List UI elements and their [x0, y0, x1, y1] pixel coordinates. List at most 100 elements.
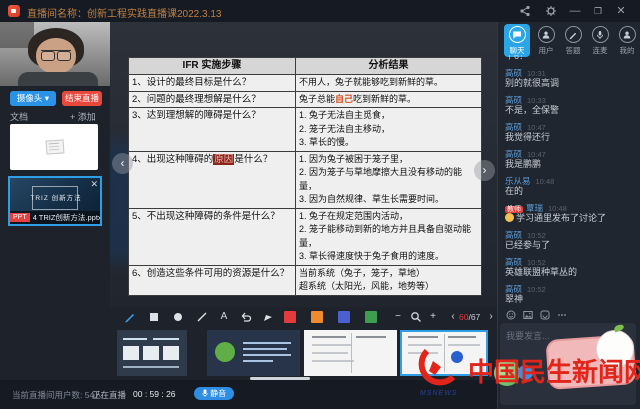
- ellipse-tool-icon[interactable]: [170, 309, 186, 325]
- table-row: 6、创造这些条件可用的资源是什么？ 当前系统（兔子，笼子，草地） 超系统（太阳光…: [129, 264, 481, 295]
- table-header-results: 分析结果: [368, 60, 409, 71]
- page-counter: 60/67: [459, 312, 480, 322]
- close-button[interactable]: ✕: [613, 3, 629, 19]
- presenter-glasses: [41, 50, 71, 61]
- chat-message: 乐从易 10:48 在的: [505, 176, 555, 196]
- answer-cell: 当前系统（兔子，笼子，草地） 超系统（太阳光，风能，地势等）: [299, 267, 435, 292]
- presentation-stage: IFR 实施步骤 分析结果 1、设计的最终目标是什么？ 不用人，兔子就能够吃到新…: [110, 22, 497, 307]
- question-cell: 2、问题的最终理想解是什么？: [129, 91, 296, 107]
- share-icon[interactable]: [517, 3, 533, 19]
- chat-message: 高硕 10:47 我觉得还行: [505, 122, 551, 142]
- microphone-icon: [591, 26, 609, 43]
- answer-cell: 1. 因为兔子被困于笼子里， 2. 因为笼子与草地摩擦大且没有移动的能量， 3.…: [299, 153, 463, 205]
- zoom-out-button[interactable]: −: [390, 309, 406, 325]
- tab-mic[interactable]: 连麦: [587, 26, 613, 56]
- presenter-shoulders: [18, 72, 98, 86]
- users-icon: [537, 26, 555, 43]
- table-header-row: IFR 实施步骤 分析结果: [129, 58, 481, 74]
- answer-cell: 1. 兔子在规定范围内活动， 2. 笼子能移动到新的地方并且具备自驱动能量， 3…: [299, 210, 472, 262]
- chat-bubble-icon: [508, 26, 526, 43]
- answer-cell: 1. 兔子无法自主觅食， 2. 笼子无法自主移动， 3. 草长的慢。: [299, 110, 391, 147]
- zoom-in-button[interactable]: +: [425, 309, 441, 325]
- emoji-icon: [505, 213, 514, 222]
- tab-users[interactable]: 用户: [533, 26, 559, 56]
- tab-me[interactable]: 我的: [614, 26, 640, 56]
- app-logo-icon: [8, 5, 20, 17]
- color-swatch-orange[interactable]: [311, 311, 323, 323]
- undo-icon[interactable]: [238, 309, 254, 325]
- mute-button-label: 静音: [210, 389, 227, 398]
- table-row: 3、达到理想解的障碍是什么？ 1. 兔子无法自主觅食， 2. 笼子无法自主移动，…: [129, 107, 481, 151]
- settings-gear-icon[interactable]: [543, 3, 559, 19]
- question-cell: 4、出现这种障碍的原因是什么？: [129, 151, 296, 208]
- watermark-text: 中国民生新闻网: [468, 357, 640, 387]
- minimize-button[interactable]: —: [567, 3, 583, 19]
- chat-message: 高硕 10:47 我是鹏鹏: [505, 149, 546, 169]
- table-header-steps: IFR 实施步骤: [129, 58, 296, 74]
- line-tool-icon[interactable]: [194, 309, 210, 325]
- chat-message: 个6！: [505, 55, 529, 61]
- chat-message-list: 个6！ 高硕 10:31 别的就很高调 高硕 10:33 不是，全保警 高硕 10:4…: [505, 55, 633, 305]
- text-tool-icon[interactable]: A: [216, 309, 232, 325]
- chat-message: 高硕 10:33 不是，全保警: [505, 95, 560, 115]
- ifr-analysis-table: IFR 实施步骤 分析结果 1、设计的最终目标是什么？ 不用人，兔子就能够吃到新…: [128, 57, 482, 296]
- chat-message-teacher: 教师 覃瑞 10:48 学习通里发布了讨论了: [505, 203, 607, 223]
- table-row: 4、出现这种障碍的原因是什么？ 1. 因为兔子被困于笼子里， 2. 因为笼子与草…: [129, 150, 481, 208]
- ppt-caption: PPT 4 TRIZ创新方法.pptx: [10, 211, 100, 224]
- tab-chat[interactable]: 聊天: [504, 24, 530, 57]
- camera-select-button[interactable]: 摄像头 ▾: [10, 91, 56, 106]
- watermark-subtext: MSNEWS: [420, 390, 458, 397]
- document-thumbnail[interactable]: [10, 124, 98, 170]
- remove-ppt-icon[interactable]: ✕: [90, 179, 98, 190]
- watermark-logo: [413, 347, 469, 391]
- slide-thumbnail-2[interactable]: [207, 330, 300, 376]
- ppt-badge: PPT: [10, 213, 30, 222]
- emoji-picker-icon[interactable]: [505, 309, 517, 321]
- highlighted-word: 自己: [335, 93, 354, 104]
- tab-quiz[interactable]: 答题: [560, 26, 586, 56]
- maximize-button[interactable]: ❐: [590, 3, 606, 19]
- ppt-slide-title: TRIZ 创新方法: [30, 195, 82, 202]
- pencil-icon: [564, 26, 582, 43]
- color-swatch-red[interactable]: [284, 311, 296, 323]
- table-row: 1、设计的最终目标是什么？ 不用人，兔子就能够吃到新鲜的草。: [129, 74, 481, 91]
- slide-thumbnail-1[interactable]: [117, 330, 187, 376]
- more-options-icon[interactable]: [556, 309, 568, 321]
- answer-cell: 不用人，兔子就能够吃到新鲜的草。: [299, 77, 444, 87]
- live-classroom-window: 直播间名称：创新工程实践直播课2022.3.13 — ❐ ✕ 摄像头 ▾ 结束直…: [0, 0, 640, 409]
- question-cell: 5、不出现这种障碍的条件是什么？: [129, 208, 296, 265]
- color-swatch-green[interactable]: [365, 311, 377, 323]
- profile-icon: [618, 26, 636, 43]
- question-cell: 1、设计的最终目标是什么？: [129, 75, 296, 91]
- slide-thumbnail-3[interactable]: [304, 330, 397, 376]
- magnifier-icon[interactable]: [408, 309, 424, 325]
- highlighted-word: 原因: [213, 153, 235, 165]
- live-status-label: 正在直播: [92, 390, 127, 400]
- webcam-video: [0, 22, 110, 86]
- next-slide-arrow[interactable]: ›: [474, 160, 495, 181]
- documents-label: 文档: [10, 112, 29, 122]
- table-row: 5、不出现这种障碍的条件是什么？ 1. 兔子在规定范围内活动， 2. 笼子能移动…: [129, 207, 481, 265]
- end-stream-button[interactable]: 结束直播: [62, 91, 102, 106]
- image-upload-icon[interactable]: [522, 309, 534, 321]
- rectangle-tool-icon[interactable]: [146, 309, 162, 325]
- ppt-file-thumbnail-selected[interactable]: TRIZ 创新方法 ✕ PPT 4 TRIZ创新方法.pptx: [8, 176, 102, 226]
- add-document-button[interactable]: + 添加: [70, 110, 96, 123]
- sticker-icon[interactable]: [539, 309, 551, 321]
- document-sketch: [45, 139, 65, 155]
- chat-message: 高硕 10:31 别的就很高调: [505, 68, 560, 88]
- room-title: 直播间名称：创新工程实践直播课2022.3.13: [27, 9, 222, 20]
- question-cell: 3、达到理想解的障碍是什么？: [129, 108, 296, 151]
- question-cell: 6、创造这些条件可用的资源是什么？: [129, 265, 296, 295]
- page-total: /67: [468, 312, 481, 322]
- pen-tool-icon[interactable]: [122, 309, 138, 325]
- mute-button[interactable]: 静音: [194, 387, 234, 400]
- viewer-count: 当前直播间用户数: 54人: [12, 390, 103, 400]
- answer-cell: 兔子总能自己吃到新鲜的草。: [299, 93, 417, 104]
- ppt-filename: 4 TRIZ创新方法.pptx: [32, 213, 100, 222]
- chat-message: 高硕 10:52 英雄联盟种草丛的: [505, 257, 578, 277]
- color-swatch-blue[interactable]: [338, 311, 350, 323]
- prev-slide-arrow[interactable]: ‹: [112, 153, 133, 174]
- chat-message: 高硕 10:52 已经参与了: [505, 230, 551, 250]
- laser-pointer-icon[interactable]: [260, 309, 276, 325]
